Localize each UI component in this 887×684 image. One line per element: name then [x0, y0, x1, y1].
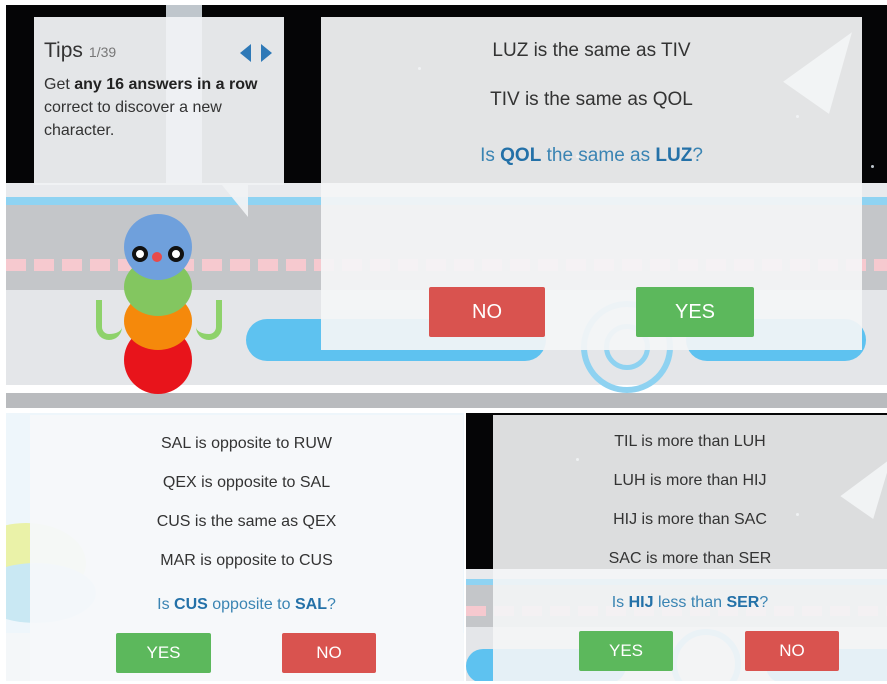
no-button[interactable]: NO: [282, 633, 376, 673]
question: Is QOL the same as LUZ?: [321, 145, 862, 167]
no-button[interactable]: NO: [745, 631, 839, 671]
question-pre: Is: [157, 596, 175, 613]
question-pre: Is: [611, 594, 629, 611]
tips-text: Get any 16 answers in a row correct to d…: [44, 73, 276, 142]
question-term: SAL: [294, 596, 327, 613]
premise: QEX is opposite to SAL: [162, 474, 331, 491]
caret-left-icon[interactable]: [240, 44, 251, 62]
tips-text-before: Get: [44, 76, 75, 93]
question-term: LUZ: [655, 145, 693, 166]
character-nose: [152, 252, 162, 262]
tips-panel: Tips 1/39 Get any 16 answers in a row co…: [34, 17, 284, 185]
question-post: ?: [326, 596, 336, 613]
question-term: HIJ: [628, 594, 654, 611]
question-relation: the same as: [541, 145, 656, 166]
puzzle-right-panel: TIL is more than LUH LUH is more than HI…: [493, 415, 887, 681]
premise: TIL is more than LUH: [614, 433, 766, 450]
premise: LUH is more than HIJ: [613, 472, 767, 489]
character-eye: [168, 246, 184, 262]
caret-right-icon[interactable]: [261, 44, 272, 62]
premise: SAL is opposite to RUW: [160, 435, 333, 452]
question-term: SER: [726, 594, 760, 611]
question-term: CUS: [174, 596, 208, 613]
puzzle-main-panel: LUZ is the same as TIV TIV is the same a…: [321, 17, 862, 350]
yes-button[interactable]: YES: [579, 631, 673, 671]
premise: LUZ is the same as TIV: [492, 40, 691, 61]
premise: TIV is the same as QOL: [490, 89, 693, 110]
premise: MAR is opposite to CUS: [160, 552, 333, 569]
tips-text-bold: any 16 answers in a row: [74, 76, 258, 93]
question-term: QOL: [500, 145, 542, 166]
tips-bubble-tail: [222, 185, 248, 217]
premise: SAC is more than SER: [608, 550, 772, 567]
tips-text-after: correct to discover a new character.: [44, 99, 222, 139]
question-pre: Is: [480, 145, 501, 166]
question: Is HIJ less than SER?: [493, 594, 887, 612]
yes-button[interactable]: YES: [636, 287, 754, 337]
yes-button[interactable]: YES: [116, 633, 211, 673]
no-button[interactable]: NO: [429, 287, 545, 337]
question-relation: opposite to: [207, 596, 295, 613]
question-relation: less than: [653, 594, 727, 611]
ground: [6, 393, 887, 408]
question-post: ?: [692, 145, 703, 166]
character-arm: [96, 300, 122, 340]
question-post: ?: [759, 594, 769, 611]
star: [871, 165, 874, 168]
premise: HIJ is more than SAC: [613, 511, 767, 528]
tips-counter: 1/39: [88, 44, 117, 60]
tips-title: Tips: [44, 39, 83, 62]
character-eye: [132, 246, 148, 262]
premise: CUS is the same as QEX: [156, 513, 337, 530]
puzzle-left-panel: SAL is opposite to RUW QEX is opposite t…: [30, 415, 463, 681]
question: Is CUS opposite to SAL?: [30, 596, 463, 614]
character-arm: [196, 300, 222, 340]
